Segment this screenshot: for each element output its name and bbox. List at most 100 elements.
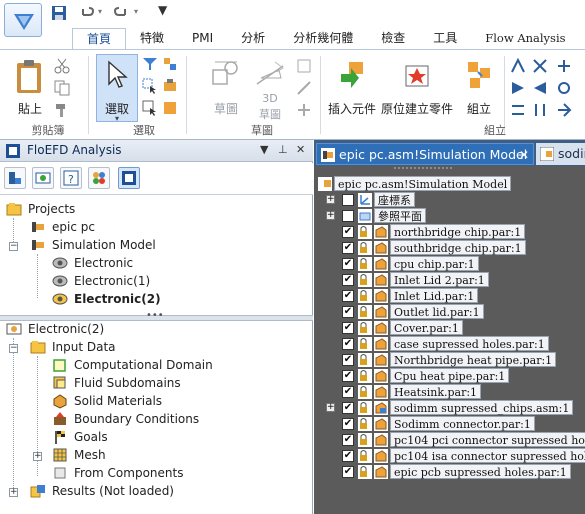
relationship-f-icon[interactable]	[556, 80, 572, 96]
part-icon	[374, 225, 388, 239]
display-button[interactable]	[32, 167, 54, 189]
part-checkbox[interactable]: ✔	[342, 354, 354, 366]
sketch-button[interactable]: 草圖	[206, 54, 246, 120]
part-checkbox[interactable]: ✔	[342, 274, 354, 286]
part-label: southbridge chip.par:1	[390, 240, 526, 255]
relationship-h-icon[interactable]	[532, 102, 548, 118]
sketch-3d-button[interactable]: 3D 草圖	[250, 54, 290, 121]
projects-icon	[6, 203, 22, 216]
assemble-button[interactable]: 組立	[458, 54, 500, 120]
relationship-i-icon[interactable]	[556, 102, 572, 118]
tab-view[interactable]: 視	[580, 28, 585, 50]
select-faces-icon[interactable]	[142, 100, 158, 116]
settings-icon	[93, 172, 105, 184]
redo-icon[interactable]	[112, 5, 130, 21]
part-label: Outlet lid.par:1	[390, 304, 484, 319]
sketch-icon	[212, 61, 238, 85]
part-checkbox[interactable]: ✔	[342, 338, 354, 350]
relationship-b-icon[interactable]	[532, 58, 548, 74]
analysis-tree-button[interactable]	[4, 167, 26, 189]
sketch-tool-a-icon[interactable]	[296, 58, 312, 74]
redo-dropdown-icon[interactable]: ▾	[134, 7, 138, 16]
part-icon	[374, 433, 388, 447]
analysis-project-icon	[52, 257, 68, 269]
close-icon[interactable]: ✕	[296, 143, 305, 156]
relationship-e-icon[interactable]	[532, 80, 548, 96]
customize-qat-icon[interactable]: ▼	[158, 3, 167, 17]
application-menu-button[interactable]	[4, 3, 42, 37]
part-checkbox[interactable]: ✔	[342, 402, 354, 414]
tab-home[interactable]: 首頁	[72, 28, 127, 50]
collapse-sim-model-icon[interactable]: −	[9, 242, 18, 251]
expand-coordinate-systems-icon[interactable]: +	[326, 195, 335, 204]
copy-icon[interactable]	[54, 80, 70, 96]
cut-icon[interactable]	[54, 58, 70, 74]
select-group-icon[interactable]	[162, 56, 178, 72]
tab-inspect[interactable]: 檢查	[367, 28, 419, 50]
format-painter-icon[interactable]	[54, 102, 70, 118]
expand-sodimm-assembly-icon[interactable]: +	[326, 403, 335, 412]
part-lock-icon	[358, 289, 372, 303]
undo-icon[interactable]	[78, 5, 96, 21]
pin-icon[interactable]: ⊥	[278, 143, 288, 156]
part-checkbox[interactable]: ✔	[342, 386, 354, 398]
part-checkbox[interactable]: ✔	[342, 258, 354, 270]
select-orange-icon[interactable]	[162, 100, 178, 116]
relationship-c-icon[interactable]	[556, 58, 572, 74]
part-checkbox[interactable]: ✔	[342, 306, 354, 318]
relationship-d-icon[interactable]	[510, 80, 526, 96]
part-checkbox[interactable]: ✔	[342, 290, 354, 302]
tab-sodimm[interactable]: sodim	[536, 143, 585, 165]
assembly-icon	[318, 177, 332, 191]
select-tool-icon[interactable]	[142, 78, 158, 94]
insert-component-button[interactable]: 插入元件	[326, 54, 378, 120]
part-checkbox[interactable]: ✔	[342, 226, 354, 238]
filter-icon[interactable]	[142, 56, 158, 72]
settings-button[interactable]	[88, 167, 110, 189]
floefd-tree-button[interactable]	[118, 167, 140, 189]
sketch-tool-b-icon[interactable]	[296, 80, 312, 96]
part-lock-icon	[358, 273, 372, 287]
close-tab-icon[interactable]: ✕	[519, 144, 529, 166]
expand-reference-planes-icon[interactable]: +	[326, 211, 335, 220]
group-separator	[186, 56, 187, 134]
expand-results-icon[interactable]: +	[9, 488, 18, 497]
part-checkbox[interactable]: ✔	[342, 434, 354, 446]
create-in-place-button[interactable]: 原位建立零件	[378, 54, 456, 120]
tab-pmi[interactable]: PMI	[178, 28, 227, 50]
part-checkbox[interactable]: ✔	[342, 418, 354, 430]
collapse-input-data-icon[interactable]: −	[9, 344, 18, 353]
panel-menu-icon[interactable]: ▼	[260, 143, 268, 156]
fluid-subdomains-label: Fluid Subdomains	[74, 376, 181, 390]
tab-features[interactable]: 特徵	[126, 28, 178, 50]
tab-flow-analysis[interactable]: Flow Analysis	[471, 28, 579, 50]
part-checkbox[interactable]: ✔	[342, 466, 354, 478]
paste-button[interactable]: 貼上	[8, 54, 52, 120]
part-checkbox[interactable]: ✔	[342, 450, 354, 462]
undo-dropdown-icon[interactable]: ▾	[98, 7, 102, 16]
tab-analysis[interactable]: 分析	[227, 28, 279, 50]
panel-title: FloEFD Analysis	[27, 143, 122, 157]
sketch-tool-c-icon[interactable]	[296, 102, 312, 118]
part-label: pc104 pci connector supressed holes	[390, 432, 585, 447]
save-icon[interactable]	[50, 5, 68, 21]
tab-epic-pc-simulation-model[interactable]: epic pc.asm!Simulation Model ✕	[316, 143, 534, 165]
project-root-icon	[6, 323, 22, 335]
analysis-project-icon	[52, 275, 68, 287]
boundary-conditions-label: Boundary Conditions	[74, 412, 200, 426]
select-button[interactable]: 選取 ▾	[96, 54, 138, 123]
part-checkbox[interactable]: ✔	[342, 370, 354, 382]
other-tab-label: sodim	[558, 146, 585, 161]
tab-tools[interactable]: 工具	[419, 28, 471, 50]
help-button[interactable]: ?	[60, 167, 82, 189]
part-checkbox[interactable]: ✔	[342, 322, 354, 334]
tab-analysis-geometry[interactable]: 分析幾何體	[279, 28, 367, 50]
part-label: pc104 isa connector supressed holes.	[390, 448, 585, 463]
select-parts-icon[interactable]	[162, 78, 178, 94]
part-checkbox[interactable]: ✔	[342, 242, 354, 254]
relationship-g-icon[interactable]	[510, 102, 526, 118]
reference-planes-checkbox[interactable]	[342, 210, 354, 222]
coordinate-systems-checkbox[interactable]	[342, 194, 354, 206]
expand-mesh-icon[interactable]: +	[33, 452, 42, 461]
relationship-a-icon[interactable]	[510, 58, 526, 74]
